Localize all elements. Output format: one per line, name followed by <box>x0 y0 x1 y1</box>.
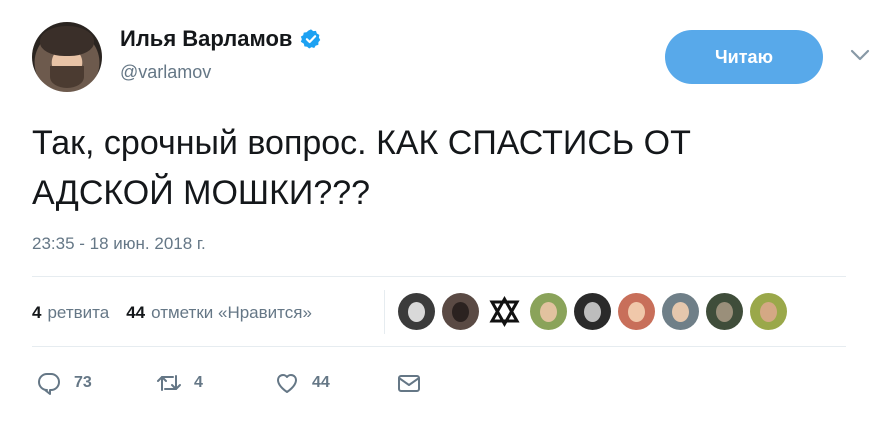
retweet-action[interactable]: 4 <box>156 370 203 396</box>
user-handle[interactable]: @varlamov <box>120 62 211 83</box>
stats-separator <box>384 290 385 334</box>
logo-icon <box>489 295 520 328</box>
liker-avatar[interactable] <box>574 293 611 330</box>
direct-message-action[interactable] <box>396 370 422 396</box>
avatar[interactable] <box>32 22 102 92</box>
verified-badge-icon <box>301 29 321 49</box>
reply-action[interactable]: 73 <box>36 370 92 396</box>
avatar-hair <box>40 26 94 56</box>
likes-label: отметки «Нравится» <box>151 303 312 322</box>
tweet-actions: 73 4 44 <box>32 370 432 398</box>
display-name[interactable]: Илья Варламов <box>120 26 292 52</box>
envelope-icon <box>398 375 420 392</box>
liker-avatar[interactable] <box>398 293 435 330</box>
user-name-line: Илья Варламов <box>120 24 322 54</box>
divider-top <box>32 276 846 277</box>
divider-bottom <box>32 346 846 347</box>
following-button[interactable]: Читаю <box>665 30 823 84</box>
liker-avatar[interactable] <box>750 293 787 330</box>
retweet-icon <box>157 375 181 391</box>
like-action[interactable]: 44 <box>274 370 330 396</box>
liker-avatar[interactable] <box>486 293 523 330</box>
tweet-timestamp[interactable]: 23:35 - 18 июн. 2018 г. <box>32 234 206 254</box>
likers-avatars <box>398 293 787 330</box>
likes-stat[interactable]: 44 отметки «Нравится» <box>126 303 312 323</box>
retweet-count: 4 <box>194 374 203 391</box>
heart-icon <box>277 374 297 393</box>
avatar-beard <box>50 66 84 88</box>
liker-avatar[interactable] <box>442 293 479 330</box>
chevron-down-icon[interactable] <box>850 48 870 62</box>
reply-count: 73 <box>74 374 92 391</box>
tweet-text: Так, срочный вопрос. КАК СПАСТИСЬ ОТ АДС… <box>32 118 852 218</box>
liker-avatar[interactable] <box>618 293 655 330</box>
retweets-stat[interactable]: 4 ретвита <box>32 303 109 323</box>
likes-count: 44 <box>126 303 146 322</box>
liker-avatar[interactable] <box>530 293 567 330</box>
tweet-text-line-2: АДСКОЙ МОШКИ??? <box>32 174 371 212</box>
reply-icon <box>38 373 60 395</box>
liker-avatar[interactable] <box>662 293 699 330</box>
tweet-text-line-1: Так, срочный вопрос. КАК СПАСТИСЬ ОТ <box>32 124 691 162</box>
like-count: 44 <box>312 374 330 391</box>
liker-avatar[interactable] <box>706 293 743 330</box>
retweets-label: ретвита <box>47 303 110 322</box>
tweet-stats: 4 ретвита 44 отметки «Нравится» <box>32 300 312 326</box>
retweets-count: 4 <box>32 303 42 322</box>
